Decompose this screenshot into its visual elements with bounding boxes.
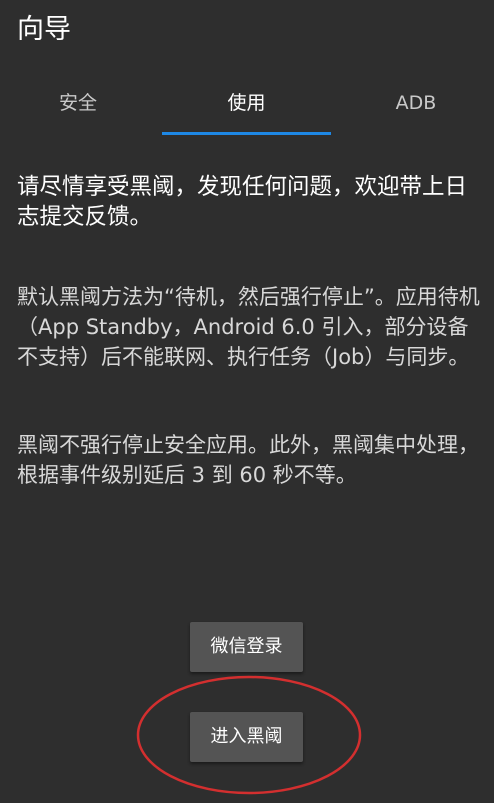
red-ellipse-mark	[136, 675, 362, 795]
wizard-screen: 向导 安全 使用 ADB 请尽情享受黑阈，发现任何问题，欢迎带上日志提交反馈。 …	[0, 0, 494, 803]
highlight-circle-annotation	[136, 675, 362, 795]
